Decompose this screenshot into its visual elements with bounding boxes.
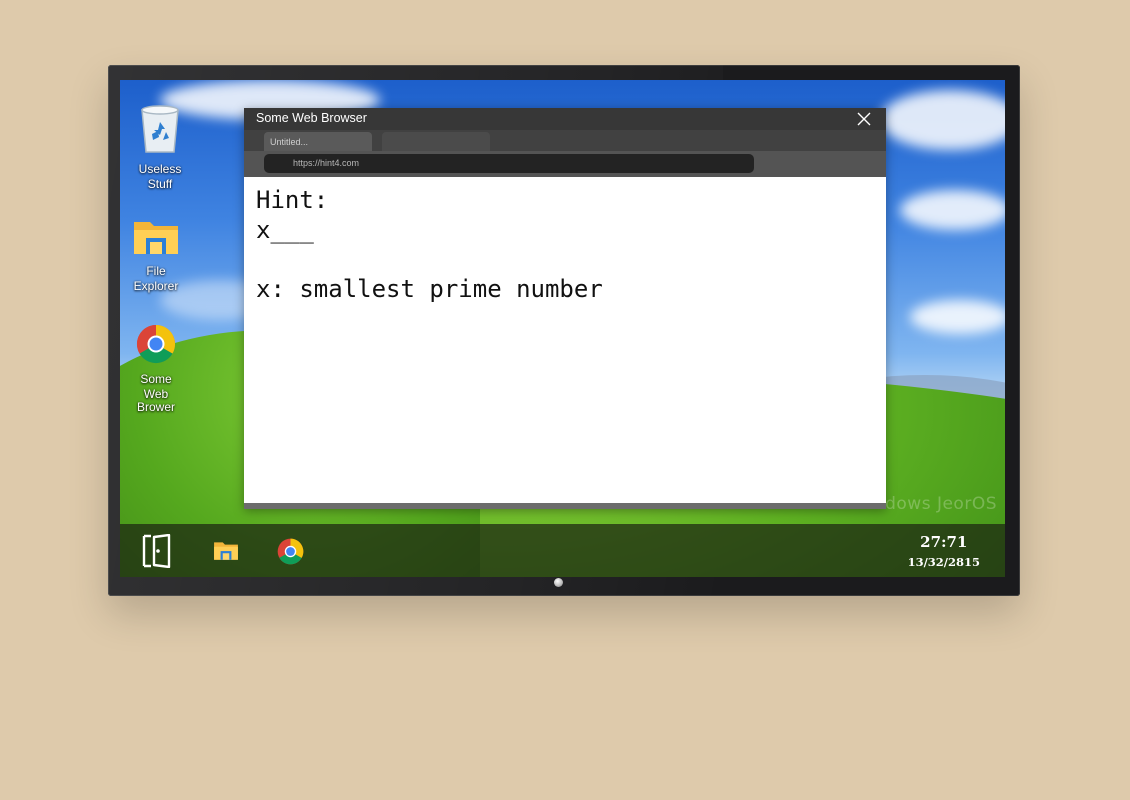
close-icon[interactable] [856,111,872,127]
browser-titlebar[interactable]: Some Web Browser [244,108,886,130]
tab-new[interactable] [382,132,490,151]
desktop-screen: ...dows JeorOS Useless Stuff File Explor… [120,80,1005,577]
desktop-icon-useless-stuff[interactable]: Useless Stuff [120,102,200,192]
page-content: Hint: x___ x: smallest prime number [244,177,886,503]
address-bar: https://hint4.com [244,151,886,177]
recycle-bin-icon [141,105,179,153]
page: ...dows JeorOS Useless Stuff File Explor… [0,0,1130,800]
clock-date: 13/32/2815 [907,555,980,569]
exit-door-icon[interactable] [140,534,172,568]
clock-time: 27:71 [920,533,968,551]
tab-bar: Untitled... [244,130,886,151]
folder-icon [134,222,178,254]
hint-blanks: x___ [256,216,314,244]
hint-heading: Hint: [256,186,329,214]
url-input[interactable]: https://hint4.com [264,154,754,173]
taskbar: 27:71 13/32/2815 [120,524,1005,577]
taskbar-chrome-icon[interactable] [277,538,304,565]
chrome-icon [136,324,176,364]
hint-clue: x: smallest prime number [256,275,603,303]
tab-untitled[interactable]: Untitled... [264,132,372,151]
desktop-icon-file-explorer[interactable]: File Explorer [120,216,196,294]
wallpaper-watermark: ...dows JeorOS [867,494,997,514]
taskbar-clock[interactable]: 27:71 13/32/2815 [908,532,980,570]
desktop-icon-some-web-browser[interactable]: Some Web Brower [120,324,196,413]
browser-window: Some Web Browser Untitled... https://hin… [244,108,886,509]
window-bottom-edge [244,503,886,509]
browser-title: Some Web Browser [256,111,367,125]
power-led [554,578,563,587]
taskbar-file-explorer-icon[interactable] [213,539,239,561]
